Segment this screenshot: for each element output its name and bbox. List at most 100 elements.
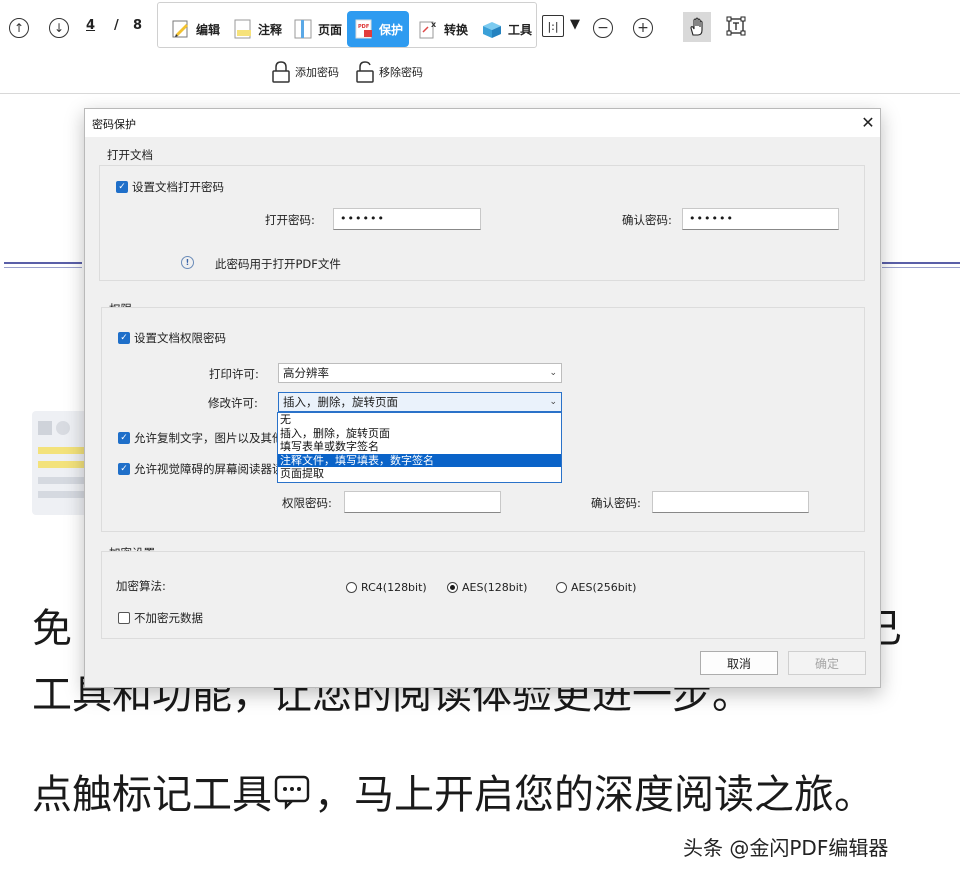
document-text-line1-left: 免 <box>32 606 72 652</box>
annotate-icon <box>234 19 251 39</box>
toolbar: ↑ ↓ 4 / 8 编辑 注释 页面 PDF 保护 x 转换 工具 |:| ▼ … <box>0 0 960 94</box>
cancel-button[interactable]: 取消 <box>700 651 778 675</box>
set-open-password-checkbox[interactable]: ✓ 设置文档打开密码 <box>116 179 224 195</box>
allow-screen-reader-label: 允许视觉障碍的屏幕阅读器读取 <box>134 462 295 476</box>
document-rule <box>882 262 960 264</box>
open-password-info-text: 此密码用于打开PDF文件 <box>215 257 341 271</box>
set-permission-password-label: 设置文档权限密码 <box>134 331 226 345</box>
radio-aes-128[interactable]: AES(128bit) <box>447 581 527 594</box>
permission-password-label: 权限密码: <box>282 496 332 510</box>
dropdown-option[interactable]: 插入，删除，旋转页面 <box>278 427 561 441</box>
tool-label: 注释 <box>258 22 283 37</box>
hand-icon <box>690 17 703 36</box>
chevron-down-icon: ⌄ <box>549 368 557 378</box>
modify-permission-select[interactable]: 插入，删除，旋转页面 ⌄ <box>278 392 562 412</box>
unlock-icon <box>356 61 374 83</box>
document-illustration <box>32 411 92 515</box>
radio-label: AES(256bit) <box>571 581 637 594</box>
hand-tool-button[interactable] <box>683 12 711 42</box>
svg-text:PDF: PDF <box>358 24 369 30</box>
print-permission-value: 高分辨率 <box>283 366 329 380</box>
tool-label: 页面 <box>318 22 343 37</box>
text-select-button[interactable] <box>726 16 746 36</box>
tool-annotate[interactable]: 注释 <box>228 11 286 47</box>
modify-permission-label: 修改许可: <box>208 396 258 410</box>
radio-label: RC4(128bit) <box>361 581 427 594</box>
remove-password-label: 移除密码 <box>379 66 423 79</box>
remove-password-button[interactable]: 移除密码 <box>354 60 423 84</box>
ok-button[interactable]: 确定 <box>788 651 866 675</box>
document-text-line3: 点触标记工具 ，马上开启您的深度阅读之旅。 <box>32 762 874 820</box>
total-pages: 8 <box>133 18 143 33</box>
current-page-field[interactable]: 4 <box>86 18 95 33</box>
confirm-permission-password-label: 确认密码: <box>591 496 641 510</box>
edit-icon <box>172 20 188 38</box>
tools-icon <box>483 22 501 38</box>
algorithm-label: 加密算法: <box>116 579 166 593</box>
checkbox-checked-icon: ✓ <box>118 332 130 344</box>
zoom-out-icon[interactable]: − <box>593 18 613 38</box>
open-password-field[interactable]: •••••• <box>333 208 481 230</box>
tool-page[interactable]: 页面 <box>288 11 346 47</box>
convert-icon: x <box>419 20 437 39</box>
comment-icon <box>274 775 310 810</box>
no-encrypt-metadata-checkbox[interactable]: 不加密元数据 <box>118 610 203 626</box>
watermark: 头条 @金闪PDF编辑器 <box>683 836 889 860</box>
tool-protect[interactable]: PDF 保护 <box>347 11 410 47</box>
encryption-section-box: 加密算法: RC4(128bit) AES(128bit) AES(256bit… <box>101 551 865 639</box>
open-section-title: 打开文档 <box>107 148 153 162</box>
tool-edit[interactable]: 编辑 <box>166 11 224 47</box>
password-protection-dialog: 密码保护 ✕ 打开文档 ✓ 设置文档打开密码 打开密码: •••••• 确认密码… <box>84 108 881 688</box>
modify-permission-value: 插入，删除，旋转页面 <box>283 395 398 409</box>
close-icon[interactable]: ✕ <box>859 113 877 132</box>
zoom-in-icon[interactable]: + <box>633 18 653 38</box>
tool-label: 保护 <box>379 22 404 37</box>
text-select-icon <box>726 16 746 36</box>
set-open-password-label: 设置文档打开密码 <box>132 180 224 194</box>
dropdown-option[interactable]: 填写表单或数字签名 <box>278 440 561 454</box>
allow-screen-reader-checkbox[interactable]: ✓ 允许视觉障碍的屏幕阅读器读取 <box>118 461 295 477</box>
tool-convert[interactable]: x 转换 <box>414 11 472 47</box>
document-text-line3-end: ，马上开启您的深度阅读之旅。 <box>314 772 874 818</box>
print-permission-label: 打印许可: <box>209 367 259 381</box>
checkbox-checked-icon: ✓ <box>118 463 130 475</box>
checkbox-checked-icon: ✓ <box>116 181 128 193</box>
page-icon <box>294 19 312 39</box>
checkbox-unchecked-icon <box>118 612 130 624</box>
chevron-down-icon: ⌄ <box>549 397 557 407</box>
chevron-down-icon[interactable]: ▼ <box>570 17 580 32</box>
open-password-label: 打开密码: <box>265 213 315 227</box>
allow-copy-checkbox[interactable]: ✓ 允许复制文字，图片以及其他 <box>118 430 284 446</box>
checkbox-checked-icon: ✓ <box>118 432 130 444</box>
confirm-permission-password-field[interactable] <box>652 491 809 513</box>
confirm-open-password-field[interactable]: •••••• <box>682 208 839 230</box>
dropdown-option[interactable]: 页面提取 <box>278 467 561 481</box>
set-permission-password-checkbox[interactable]: ✓ 设置文档权限密码 <box>118 330 226 346</box>
open-section-box: ✓ 设置文档打开密码 打开密码: •••••• 确认密码: •••••• ! 此… <box>99 165 865 281</box>
tool-tools[interactable]: 工具 <box>476 11 536 47</box>
radio-rc4-128[interactable]: RC4(128bit) <box>346 581 427 594</box>
permission-password-field[interactable] <box>344 491 501 513</box>
page-separator: / <box>114 18 119 33</box>
tool-label: 工具 <box>508 22 533 37</box>
lock-icon <box>272 61 290 83</box>
tool-label: 编辑 <box>196 22 221 37</box>
dialog-titlebar: 密码保护 ✕ <box>85 109 880 137</box>
document-rule <box>4 262 82 264</box>
radio-label: AES(128bit) <box>462 581 528 594</box>
svg-text:x: x <box>431 20 437 29</box>
allow-copy-label: 允许复制文字，图片以及其他 <box>134 431 284 445</box>
document-rule <box>4 267 82 268</box>
page-down-icon[interactable]: ↓ <box>49 18 69 38</box>
radio-aes-256[interactable]: AES(256bit) <box>556 581 636 594</box>
add-password-button[interactable]: 添加密码 <box>270 60 339 84</box>
page-up-icon[interactable]: ↑ <box>9 18 29 38</box>
print-permission-select[interactable]: 高分辨率 ⌄ <box>278 363 562 383</box>
tool-label: 转换 <box>444 22 469 37</box>
document-text-line3-start: 点触标记工具 <box>32 772 272 818</box>
fit-width-icon[interactable]: |:| <box>542 15 564 37</box>
dropdown-option-highlighted[interactable]: 注释文件，填写填表，数字签名 <box>278 453 561 467</box>
add-password-label: 添加密码 <box>295 66 339 79</box>
dropdown-option[interactable]: 无 <box>278 413 561 427</box>
protect-icon: PDF <box>355 19 372 39</box>
